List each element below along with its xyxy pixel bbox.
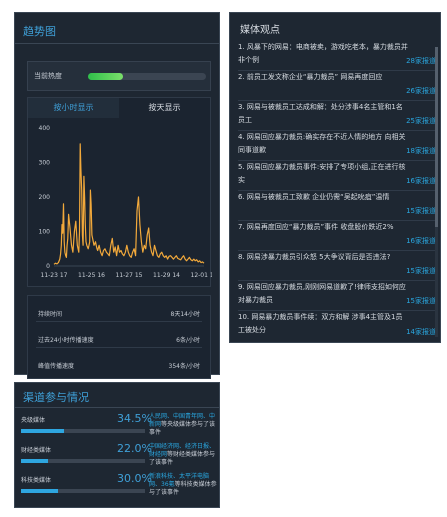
heat-bar <box>88 73 206 80</box>
media-item[interactable]: 2. 前员工发文称企业“暴力裁员” 网易再度回应 26家报道 <box>238 71 436 101</box>
trend-stats: 持续时间 8天14小时 过去24小时传播速度 6条/小时 峰值传播速度 354条… <box>27 295 211 379</box>
channel-title: 渠道参与情况 <box>23 391 89 404</box>
channel-bar <box>21 459 145 463</box>
media-item[interactable]: 1. 风暴下的网易：电商被卖，游戏吃老本，暴力裁员并非个例 28家报道 <box>238 41 436 71</box>
media-item[interactable]: 7. 网易再度回应“暴力裁员”事件 收盘股价跌近2% 16家报道 <box>238 221 436 251</box>
media-item-count[interactable]: 14家报道 <box>406 326 436 339</box>
media-item-text[interactable]: 4. 网易回应暴力裁员:确实存在不近人情的地方 向相关同事道歉 <box>238 131 408 157</box>
stat-label: 过去24小时传播速度 <box>38 337 94 344</box>
media-scrollbar-thumb[interactable] <box>435 47 438 227</box>
x-tick-label: 11-29 14 <box>153 272 180 279</box>
media-item[interactable]: 9. 网易回应暴力裁员,刚刚网易道歉了!律师支招如何应对暴力裁员 15家报道 <box>238 281 436 311</box>
media-item-text[interactable]: 9. 网易回应暴力裁员,刚刚网易道歉了!律师支招如何应对暴力裁员 <box>238 281 408 307</box>
media-scrollbar[interactable] <box>435 47 438 337</box>
stat-label: 持续时间 <box>38 311 63 318</box>
channel-title-divider <box>15 407 219 408</box>
x-tick-label: 11-27 15 <box>116 272 143 279</box>
trend-chart-box: 按小时显示 按天显示 0 100 200 300 400 11-23 17 11-25 16… <box>27 97 212 287</box>
channel-name: 财经类媒体 <box>21 447 52 454</box>
channel-tech-media: 科技类媒体 30.0% 新浪科技、太平洋电脑网、36氪等科技类媒体参与了该事件 <box>21 472 217 511</box>
media-item-text[interactable]: 5. 网易回应暴力裁员事件:安排了专项小组,正在进行核实 <box>238 161 408 187</box>
channel-name: 科技类媒体 <box>21 477 52 484</box>
stat-speed-24h: 过去24小时传播速度 6条/小时 <box>36 328 202 348</box>
channel-percent: 34.5% <box>117 412 152 425</box>
tab-by-hour[interactable]: 按小时显示 <box>28 98 119 118</box>
channel-name: 央级媒体 <box>21 417 46 424</box>
current-heat-row: 当前热度 <box>27 61 211 91</box>
media-item[interactable]: 8. 网易涉暴力裁员引众怒 5大争议背后是否违法? 15家报道 <box>238 251 436 281</box>
y-tick-label: 100 <box>39 229 51 236</box>
media-item-count[interactable]: 16家报道 <box>406 175 436 188</box>
trend-title: 趋势图 <box>23 25 56 38</box>
heat-bar-fill <box>88 73 124 80</box>
media-item-text[interactable]: 10. 网易暴力裁员事件续：双方和解 涉事4主管及1员工被处分 <box>238 311 408 337</box>
trend-panel: 趋势图 当前热度 按小时显示 按天显示 0 100 200 300 400 11-23 1… <box>14 12 220 379</box>
trend-title-divider <box>15 43 219 44</box>
media-item-text[interactable]: 8. 网易涉暴力裁员引众怒 5大争议背后是否违法? <box>238 251 408 264</box>
media-item-count[interactable]: 28家报道 <box>406 55 436 68</box>
x-tick-label: 12-01 13 <box>191 272 212 279</box>
stat-label: 峰值传播速度 <box>38 363 75 370</box>
stat-value: 354条/小时 <box>168 363 200 370</box>
stat-duration: 持续时间 8天14小时 <box>36 302 202 322</box>
channel-bar-fill <box>21 489 59 493</box>
channel-percent: 30.0% <box>117 472 152 485</box>
media-title: 媒体观点 <box>240 25 280 36</box>
media-item-count[interactable]: 15家报道 <box>406 205 436 218</box>
media-viewpoints-panel: 媒体观点 1. 风暴下的网易：电商被卖，游戏吃老本，暴力裁员并非个例 28家报道 … <box>229 12 441 343</box>
stat-value: 6条/小时 <box>176 337 200 344</box>
y-tick-label: 0 <box>46 263 50 270</box>
channel-bar-fill <box>21 429 64 433</box>
x-tick-label: 11-25 16 <box>78 272 105 279</box>
trend-chart: 0 100 200 300 400 11-23 17 11-25 16 11-27 15 11-… <box>39 125 212 279</box>
channel-bar <box>21 429 145 433</box>
channel-description: 中国经济网、经济日报、财经网等财经类媒体参与了该事件 <box>149 443 217 467</box>
media-item-text[interactable]: 3. 网易与被裁员工达成和解：处分涉事4名主管和1名员工 <box>238 101 408 127</box>
stat-peak-speed: 峰值传播速度 354条/小时 <box>36 354 202 374</box>
channel-description: 新浪科技、太平洋电脑网、36氪等科技类媒体参与了该事件 <box>149 473 217 497</box>
tab-by-day[interactable]: 按天显示 <box>119 98 210 118</box>
media-item[interactable]: 10. 网易暴力裁员事件续：双方和解 涉事4主管及1员工被处分 14家报道 <box>238 311 436 341</box>
channel-bar-fill <box>21 459 49 463</box>
media-item-count[interactable]: 15家报道 <box>406 265 436 278</box>
trend-series-line <box>53 143 205 265</box>
media-item-count[interactable]: 18家报道 <box>406 145 436 158</box>
media-item-text[interactable]: 7. 网易再度回应“暴力裁员”事件 收盘股价跌近2% <box>238 221 408 234</box>
media-item-text[interactable]: 2. 前员工发文称企业“暴力裁员” 网易再度回应 <box>238 71 408 84</box>
channel-panel: 渠道参与情况 央级媒体 34.5% 人民网、中国青年网、中新网等央级媒体参与了该… <box>14 382 220 508</box>
media-item-text[interactable]: 6. 网易与被裁员工致歉 企业仍需“吴起吮疽”温情 <box>238 191 408 204</box>
y-tick-label: 200 <box>39 194 51 201</box>
media-item[interactable]: 6. 网易与被裁员工致歉 企业仍需“吴起吮疽”温情 15家报道 <box>238 191 436 221</box>
media-item-count[interactable]: 16家报道 <box>406 235 436 248</box>
x-tick-label: 11-23 17 <box>41 272 68 279</box>
media-item-count[interactable]: 15家报道 <box>406 295 436 308</box>
current-heat-label: 当前热度 <box>34 72 62 80</box>
media-item[interactable]: 3. 网易与被裁员工达成和解：处分涉事4名主管和1名员工 25家报道 <box>238 101 436 131</box>
y-tick-label: 300 <box>39 160 51 167</box>
channel-bar <box>21 489 145 493</box>
media-item-text[interactable]: 1. 风暴下的网易：电商被卖，游戏吃老本，暴力裁员并非个例 <box>238 41 408 67</box>
y-tick-label: 400 <box>39 125 51 132</box>
trend-tabs: 按小时显示 按天显示 <box>28 98 210 118</box>
media-item[interactable]: 5. 网易回应暴力裁员事件:安排了专项小组,正在进行核实 16家报道 <box>238 161 436 191</box>
channel-description: 人民网、中国青年网、中新网等央级媒体参与了该事件 <box>149 413 217 437</box>
channel-percent: 22.0% <box>117 442 152 455</box>
media-item[interactable]: 4. 网易回应暴力裁员:确实存在不近人情的地方 向相关同事道歉 18家报道 <box>238 131 436 161</box>
media-item-count[interactable]: 26家报道 <box>406 85 436 98</box>
stat-value: 8天14小时 <box>170 311 200 318</box>
media-item-count[interactable]: 25家报道 <box>406 115 436 128</box>
